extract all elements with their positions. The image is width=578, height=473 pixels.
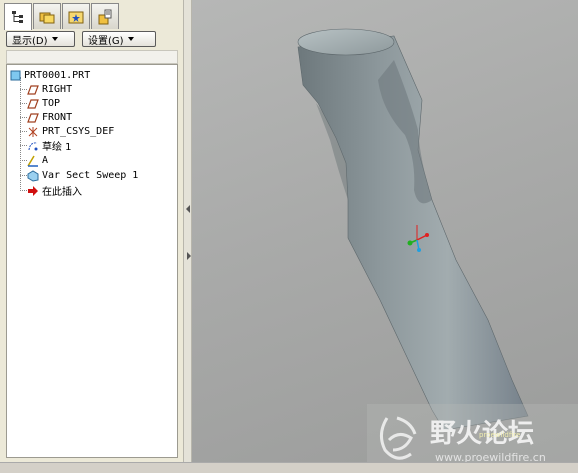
- tab-connections[interactable]: [91, 3, 119, 29]
- tree-item-label: TOP: [42, 98, 61, 109]
- connections-icon: [98, 9, 112, 24]
- tree-item-top[interactable]: TOP: [27, 97, 60, 110]
- insert-here-arrow-icon: [27, 185, 39, 197]
- model-tree-icon: [12, 11, 23, 23]
- datum-plane-icon: [27, 112, 39, 124]
- navigator-panel: 显示(D) 设置(G) PRT0001.PRT RIGHT TOP FRONT …: [0, 0, 183, 462]
- tree-item-part[interactable]: PRT0001.PRT: [9, 69, 90, 82]
- show-button-label: 显示(D): [12, 35, 48, 47]
- tree-item-label: FRONT: [42, 112, 73, 123]
- datum-axis-icon: [27, 155, 39, 167]
- tree-item-label: PRT0001.PRT: [24, 70, 91, 81]
- tree-item-front[interactable]: FRONT: [27, 111, 72, 124]
- graphics-viewport[interactable]: [192, 0, 578, 462]
- sweep-feature-icon: [27, 169, 39, 182]
- navigator-tabbar: [4, 3, 120, 30]
- tree-item-label: PRT_CSYS_DEF: [42, 126, 115, 137]
- status-bar: [0, 462, 578, 473]
- settings-button-label: 设置(G): [88, 35, 124, 47]
- tree-item-axis[interactable]: A: [27, 154, 48, 167]
- tab-model-tree[interactable]: [4, 3, 32, 30]
- tree-item-sketch[interactable]: 草绘 1: [27, 139, 72, 153]
- sweep-model: [297, 28, 529, 431]
- tree-column-header: [6, 50, 178, 64]
- collapse-left-icon[interactable]: [185, 203, 191, 215]
- coordinate-system-icon: [27, 126, 39, 138]
- folder-browser-icon: [39, 12, 55, 23]
- svg-text:proewildfire: proewildfire: [479, 431, 520, 439]
- panel-splitter[interactable]: [183, 0, 192, 462]
- tree-item-label: RIGHT: [42, 84, 73, 95]
- tree-item-insert-here[interactable]: 在此插入: [27, 184, 82, 198]
- settings-dropdown-button[interactable]: 设置(G): [82, 31, 156, 47]
- show-dropdown-button[interactable]: 显示(D): [6, 31, 75, 47]
- sketch-icon: [27, 140, 39, 152]
- model-tree: PRT0001.PRT RIGHT TOP FRONT PRT_CSYS_DEF: [6, 64, 178, 458]
- tree-item-label: 草绘 1: [42, 142, 72, 153]
- tree-item-sweep[interactable]: Var Sect Sweep 1: [27, 169, 138, 182]
- tree-item-label: 在此插入: [42, 187, 82, 198]
- expand-right-icon[interactable]: [185, 250, 191, 262]
- tree-item-label: A: [42, 155, 49, 166]
- datum-plane-icon: [27, 98, 39, 110]
- chevron-down-icon: [51, 37, 58, 41]
- chevron-down-icon: [127, 37, 134, 41]
- favorites-icon: [68, 11, 84, 23]
- tab-favorites[interactable]: [62, 3, 90, 29]
- tree-item-right[interactable]: RIGHT: [27, 83, 72, 96]
- part-icon: [9, 70, 21, 82]
- datum-plane-icon: [27, 84, 39, 96]
- tree-item-csys[interactable]: PRT_CSYS_DEF: [27, 125, 114, 138]
- tab-folder-browser[interactable]: [33, 3, 61, 29]
- tree-item-label: Var Sect Sweep 1: [42, 170, 139, 181]
